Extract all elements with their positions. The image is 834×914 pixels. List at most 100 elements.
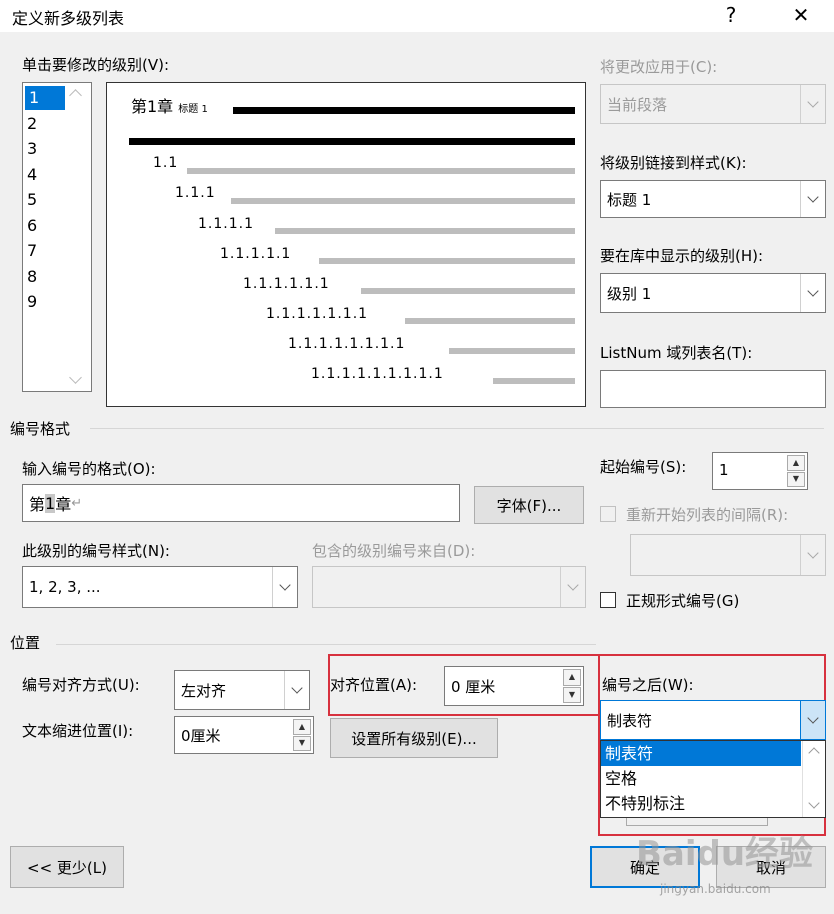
listnum-input[interactable] xyxy=(600,370,826,408)
less-button[interactable]: << 更少(L) xyxy=(10,846,124,888)
preview-first-number: 第1章 xyxy=(131,97,174,116)
preview-row: 1.1.1.1.1.1.1.1 xyxy=(288,336,406,352)
level-item[interactable]: 7 xyxy=(27,239,37,263)
include-level-select[interactable] xyxy=(312,566,586,608)
legal-numbering-checkbox[interactable] xyxy=(600,592,616,608)
preview-line xyxy=(275,228,575,234)
indent-spinner[interactable]: ▲ ▼ xyxy=(293,719,311,751)
dropdown-option[interactable]: 制表符 xyxy=(601,741,801,766)
indent-label: 文本缩进位置(I): xyxy=(22,722,134,740)
dropdown-option[interactable]: 不特别标注 xyxy=(601,791,825,816)
level-item[interactable]: 3 xyxy=(27,137,37,161)
preview-row: 1.1.1.1.1 xyxy=(220,246,292,262)
number-style-label: 此级别的编号样式(N): xyxy=(22,542,170,560)
include-level-label: 包含的级别编号来自(D): xyxy=(312,542,476,560)
format-suffix: 章 xyxy=(55,495,72,514)
alignment-value: 左对齐 xyxy=(181,681,227,700)
preview-row: 1.1.1.1 xyxy=(198,216,254,232)
spin-down-icon[interactable]: ▼ xyxy=(563,686,581,703)
preview-line xyxy=(129,138,575,145)
number-format-input[interactable]: 第 1 章 ↵ xyxy=(22,484,460,522)
gallery-level-label: 要在库中显示的级别(H): xyxy=(600,247,764,265)
dropdown-option[interactable]: 空格 xyxy=(601,766,825,791)
apply-to-select[interactable]: 当前段落 xyxy=(600,84,826,124)
gallery-level-select[interactable]: 级别 1 xyxy=(600,273,826,313)
chevron-down-icon xyxy=(800,85,825,123)
spin-up-icon[interactable]: ▲ xyxy=(563,669,581,686)
level-item[interactable]: 6 xyxy=(27,214,37,238)
restart-select[interactable] xyxy=(630,534,826,576)
scroll-down-icon[interactable] xyxy=(69,371,82,384)
format-prefix: 第 xyxy=(29,495,46,514)
preview-line xyxy=(233,107,575,114)
restart-label: 重新开始列表的间隔(R): xyxy=(626,506,789,524)
legal-numbering-label: 正规形式编号(G) xyxy=(626,592,740,610)
preview-first-caption: 标题 1 xyxy=(178,104,208,115)
link-style-value: 标题 1 xyxy=(607,190,652,209)
preview-line xyxy=(187,168,575,174)
spin-up-icon[interactable]: ▲ xyxy=(293,719,311,735)
aligned-at-label: 对齐位置(A): xyxy=(330,676,418,694)
preview-row: 1.1.1.1.1.1 xyxy=(243,276,330,292)
start-at-input[interactable]: 1 ▲ ▼ xyxy=(712,452,808,490)
follow-number-value: 制表符 xyxy=(607,711,653,730)
listnum-label: ListNum 域列表名(T): xyxy=(600,344,753,362)
preview-row: 1.1.1 xyxy=(175,185,216,201)
start-at-spinner[interactable]: ▲ ▼ xyxy=(787,455,805,487)
preview-line xyxy=(319,258,575,264)
preview-line xyxy=(493,378,575,384)
spin-down-icon[interactable]: ▼ xyxy=(787,471,805,487)
enter-format-label: 输入编号的格式(O): xyxy=(22,460,156,478)
scroll-down-icon[interactable] xyxy=(808,797,820,809)
number-format-section-title: 编号格式 xyxy=(10,420,71,438)
level-item[interactable]: 4 xyxy=(27,163,37,187)
level-item[interactable]: 1 xyxy=(25,86,65,110)
levels-list[interactable]: 1 2 3 4 5 6 7 8 9 xyxy=(22,82,92,392)
indent-input[interactable]: 0厘米 ▲ ▼ xyxy=(174,716,314,754)
follow-number-label: 编号之后(W): xyxy=(602,676,694,694)
follow-number-dropdown[interactable]: 制表符 空格 不特别标注 xyxy=(600,740,826,818)
preview-line xyxy=(405,318,575,324)
aligned-at-spinner[interactable]: ▲ ▼ xyxy=(563,669,581,703)
aligned-at-value: 0 厘米 xyxy=(451,678,496,696)
divider xyxy=(90,428,824,429)
link-style-label: 将级别链接到样式(K): xyxy=(600,154,747,172)
start-at-value: 1 xyxy=(719,461,729,479)
level-preview: 第1章 标题 1 1.1 1.1.1 1.1.1.1 1.1.1.1.1 1.1… xyxy=(106,82,586,407)
font-button[interactable]: 字体(F)... xyxy=(474,486,584,524)
spin-down-icon[interactable]: ▼ xyxy=(293,735,311,751)
paragraph-mark-icon: ↵ xyxy=(71,495,83,511)
number-style-value: 1, 2, 3, ... xyxy=(29,578,101,596)
alignment-label: 编号对齐方式(U): xyxy=(22,676,140,694)
preview-line xyxy=(361,288,575,294)
watermark-url: jingyan.baidu.com xyxy=(660,882,771,896)
scroll-up-icon[interactable] xyxy=(69,89,82,102)
scroll-up-icon[interactable] xyxy=(808,747,820,759)
apply-to-label: 将更改应用于(C): xyxy=(600,58,718,76)
chevron-down-icon xyxy=(800,181,825,217)
spin-up-icon[interactable]: ▲ xyxy=(787,455,805,471)
start-at-label: 起始编号(S): xyxy=(600,458,687,476)
level-item[interactable]: 5 xyxy=(27,188,37,212)
link-style-select[interactable]: 标题 1 xyxy=(600,180,826,218)
preview-row: 1.1.1.1.1.1.1.1.1 xyxy=(311,366,444,382)
chevron-down-icon xyxy=(272,567,297,607)
dialog-title: 定义新多级列表 xyxy=(12,9,125,28)
chevron-down-icon xyxy=(560,567,585,607)
help-button[interactable]: ? xyxy=(708,0,754,32)
level-item[interactable]: 2 xyxy=(27,112,37,136)
set-all-levels-button[interactable]: 设置所有级别(E)... xyxy=(330,718,498,758)
watermark-brand: Baidu经验 xyxy=(636,834,814,874)
levels-label: 单击要修改的级别(V): xyxy=(22,56,170,74)
level-item[interactable]: 9 xyxy=(27,290,37,314)
aligned-at-input[interactable]: 0 厘米 ▲ ▼ xyxy=(444,666,584,706)
dropdown-scrollbar[interactable] xyxy=(802,741,825,817)
restart-checkbox[interactable] xyxy=(600,506,616,522)
number-style-select[interactable]: 1, 2, 3, ... xyxy=(22,566,298,608)
hidden-control-edge xyxy=(626,818,768,826)
chevron-down-icon xyxy=(800,701,825,739)
follow-number-select[interactable]: 制表符 xyxy=(600,700,826,740)
level-item[interactable]: 8 xyxy=(27,265,37,289)
close-button[interactable]: ✕ xyxy=(778,0,824,32)
alignment-select[interactable]: 左对齐 xyxy=(174,670,310,710)
